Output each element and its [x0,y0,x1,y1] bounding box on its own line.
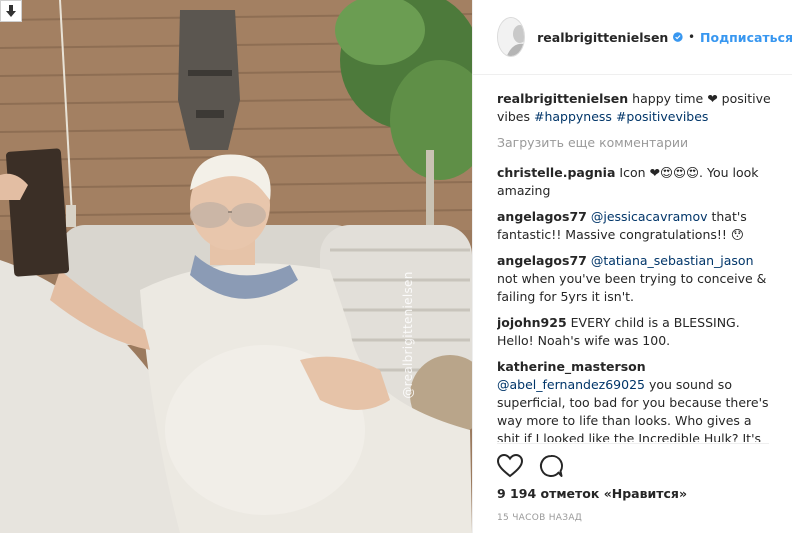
like-button[interactable] [496,453,524,481]
caption-username[interactable]: realbrigittenielsen [497,91,628,106]
separator-dot: • [687,30,696,44]
download-button[interactable] [0,0,22,22]
comment-icon [540,454,563,477]
photo-watermark: @realbrigittenielsen [398,250,418,420]
post-timestamp[interactable]: 15 ЧАСОВ НАЗАД [497,513,582,523]
comment-username[interactable]: katherine_masterson [497,359,646,374]
hashtag-link[interactable]: #positivevibes [616,109,709,124]
comment-item: katherine_masterson @abel_fernandez69025… [497,358,777,442]
comment-item: angelagos77 @jessicacavramov that's fant… [497,208,777,244]
header-username[interactable]: realbrigittenielsen [537,30,668,45]
post-header: realbrigittenielsen • Подписаться [473,0,792,75]
comment-item: christelle.pagnia Icon ❤😍😍😍. You look am… [497,164,777,200]
comment-username[interactable]: angelagos77 [497,253,587,268]
comment-mention[interactable]: @abel_fernandez69025 [497,377,645,392]
load-more-comments[interactable]: Загрузить еще комментарии [497,134,777,152]
comment-mention[interactable]: @jessicacavramov [591,209,708,224]
comment-button[interactable] [539,454,563,481]
follow-button[interactable]: Подписаться [700,30,792,45]
avatar-image [498,18,525,56]
verified-badge-icon [673,32,683,42]
post-actions [496,443,769,481]
heart-icon [496,453,524,478]
likes-count[interactable]: 9 194 отметок «Нравится» [497,486,687,501]
post-photo[interactable]: @realbrigittenielsen [0,0,472,533]
comment-username[interactable]: jojohn925 [497,315,567,330]
comments-list: realbrigittenielsen happy time ❤ positiv… [497,90,777,442]
comment-mention[interactable]: @tatiana_sebastian_jason [591,253,754,268]
comment-item: jojohn925 EVERY child is a BLESSING. Hel… [497,314,777,350]
comment-username[interactable]: angelagos77 [497,209,587,224]
comment-item: angelagos77 @tatiana_sebastian_jason not… [497,252,777,306]
post-details-panel: realbrigittenielsen • Подписаться realbr… [472,0,792,533]
hashtag-link[interactable]: #happyness [534,109,612,124]
comment-text: not when you've been trying to conceive … [497,271,767,304]
watermark-text: @realbrigittenielsen [401,271,415,399]
avatar[interactable] [497,17,526,57]
download-icon [6,4,16,17]
caption: realbrigittenielsen happy time ❤ positiv… [497,90,777,126]
comment-username[interactable]: christelle.pagnia [497,165,615,180]
